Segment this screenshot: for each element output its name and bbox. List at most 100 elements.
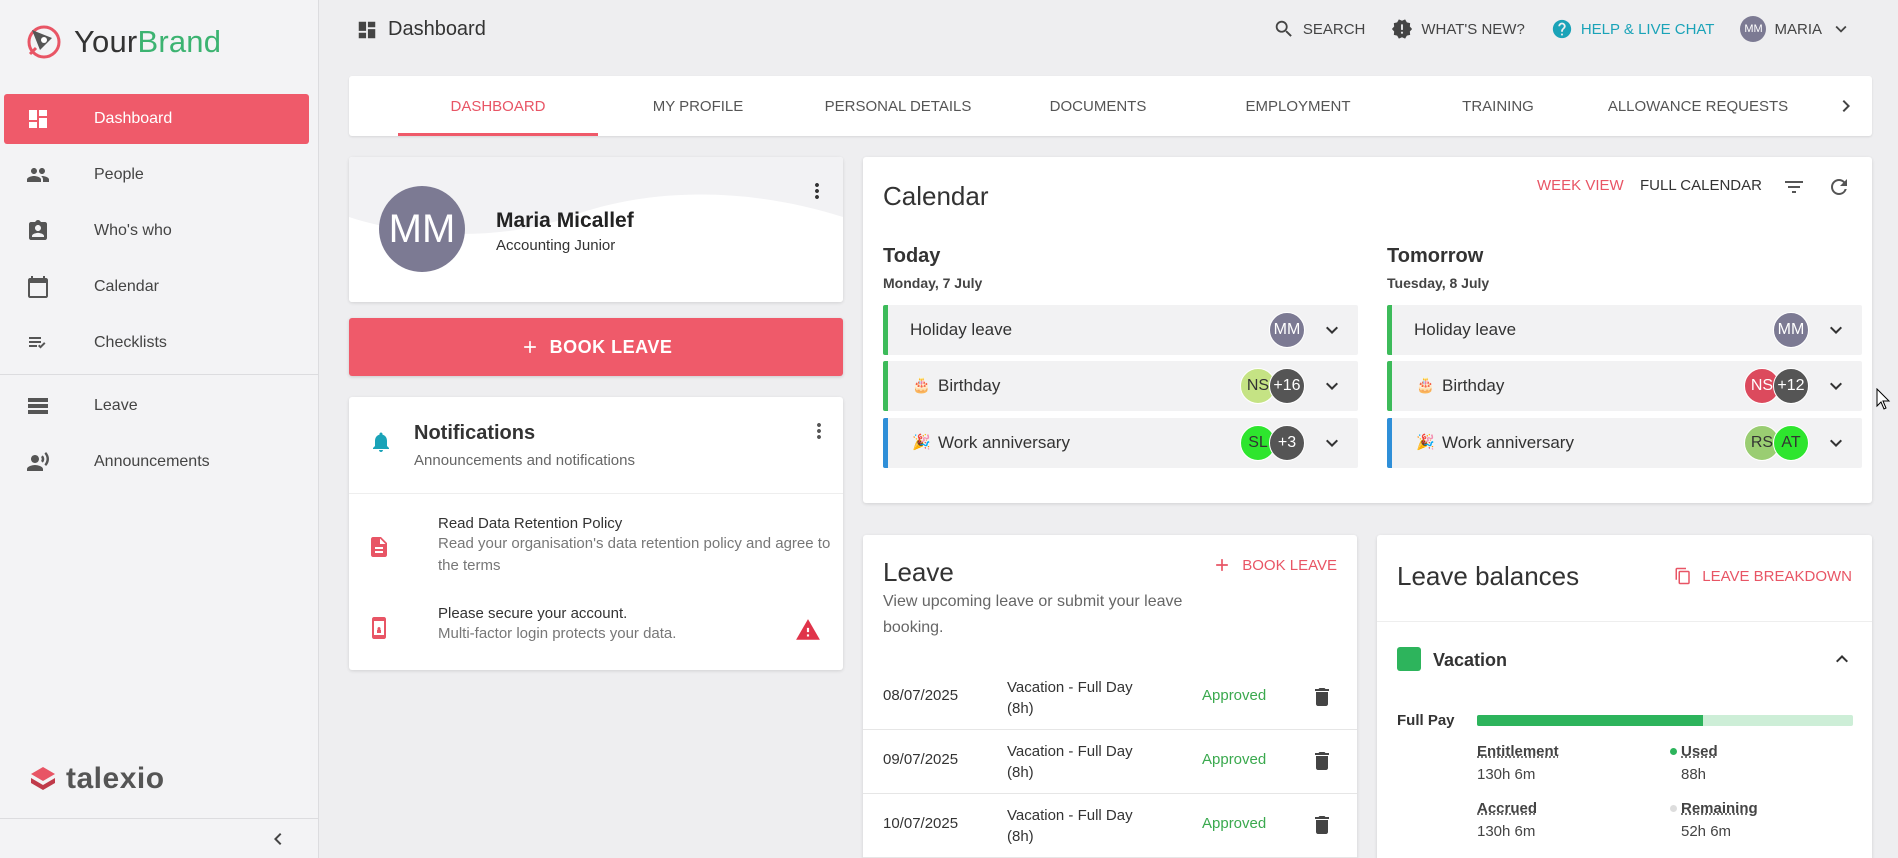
search-button[interactable]: SEARCH <box>1273 18 1366 40</box>
notification-item[interactable]: Please secure your account. Multi-factor… <box>349 605 843 655</box>
trash-icon[interactable] <box>1310 685 1334 709</box>
event-row[interactable]: 🎉 Work anniversary RS AT <box>1387 418 1862 468</box>
chevron-down-icon[interactable] <box>1824 374 1848 398</box>
tomorrow-heading: Tomorrow <box>1387 245 1484 267</box>
calendar-title: Calendar <box>883 181 989 211</box>
table-row[interactable]: 09/07/2025 Vacation - Full Day (8h) Appr… <box>863 730 1357 794</box>
page-title-text: Dashboard <box>388 18 486 40</box>
full-calendar-button[interactable]: FULL CALENDAR <box>1640 177 1762 194</box>
tab-employment[interactable]: EMPLOYMENT <box>1198 76 1398 136</box>
profile-tabs: DASHBOARD MY PROFILE PERSONAL DETAILS DO… <box>349 76 1872 136</box>
avatar[interactable]: MM <box>379 186 465 272</box>
status-badge: Approved <box>1202 687 1267 704</box>
talexio-logo-icon <box>31 767 55 790</box>
tab-allowance-requests[interactable]: ALLOWANCE REQUESTS <box>1598 76 1798 136</box>
leave-title: Leave <box>883 557 954 587</box>
chevron-down-icon <box>1835 25 1847 33</box>
chevron-down-icon[interactable] <box>1320 374 1344 398</box>
avatar-overflow-count[interactable]: +16 <box>1269 368 1305 404</box>
chevron-down-icon[interactable] <box>1320 431 1344 455</box>
event-row[interactable]: Holiday leave MM <box>883 305 1358 355</box>
leave-date: 08/07/2025 <box>883 687 959 704</box>
remaining-value: 52h 6m <box>1681 823 1732 840</box>
sidebar-item-people[interactable]: People <box>4 150 309 200</box>
search-label: SEARCH <box>1302 20 1366 38</box>
more-vert-icon[interactable] <box>805 179 829 203</box>
table-row[interactable]: 10/07/2025 Vacation - Full Day (8h) Appr… <box>863 794 1357 858</box>
sidebar-item-leave[interactable]: Leave <box>4 381 309 431</box>
tab-my-profile[interactable]: MY PROFILE <box>598 76 798 136</box>
tab-training[interactable]: TRAINING <box>1398 76 1598 136</box>
book-leave-link[interactable]: BOOK LEAVE <box>1212 555 1337 575</box>
today-heading: Today <box>883 245 941 267</box>
sidebar-item-announcements[interactable]: Announcements <box>4 437 309 487</box>
table-row[interactable]: 08/07/2025 Vacation - Full Day (8h) Appr… <box>863 666 1357 730</box>
calendar-icon <box>28 276 48 298</box>
divider <box>1377 621 1872 622</box>
sidebar-item-checklists[interactable]: Checklists <box>4 318 309 368</box>
tomorrow-date: Tuesday, 8 July <box>1387 275 1490 291</box>
whats-new-button[interactable]: WHAT'S NEW? <box>1391 18 1525 40</box>
page-title: Dashboard <box>356 18 486 41</box>
contact-badge-icon <box>29 220 47 240</box>
event-row[interactable]: 🎂 Birthday NS +12 <box>1387 361 1862 411</box>
plus-icon <box>523 341 536 353</box>
status-badge: Approved <box>1202 815 1267 832</box>
avatar[interactable]: MM <box>1773 312 1809 348</box>
balance-progress-bar <box>1477 715 1853 726</box>
book-leave-button[interactable]: BOOK LEAVE <box>349 318 843 376</box>
leave-date: 10/07/2025 <box>883 815 959 832</box>
full-pay-label: Full Pay <box>1397 712 1455 729</box>
leave-category-label: Vacation <box>1433 650 1508 670</box>
document-icon <box>371 537 387 557</box>
copy-list-icon <box>1675 567 1690 585</box>
event-row[interactable]: Holiday leave MM <box>1387 305 1862 355</box>
leave-breakdown-button[interactable]: LEAVE BREAKDOWN <box>1674 567 1852 585</box>
trash-icon[interactable] <box>1310 813 1334 837</box>
user-menu[interactable]: MM MARIA <box>1740 16 1852 42</box>
sidebar-item-label: Leave <box>94 397 138 414</box>
chevron-up-icon[interactable] <box>1830 647 1854 671</box>
rocket-logo-icon <box>27 25 61 59</box>
leave-balances-card: Leave balances LEAVE BREAKDOWN Vacation … <box>1377 535 1872 858</box>
checklist-icon <box>29 337 46 349</box>
profile-card: MM Maria Micallef Accounting Junior <box>349 157 843 302</box>
sidebar-item-dashboard[interactable]: Dashboard <box>4 94 309 144</box>
event-label: Work anniversary <box>1442 433 1574 452</box>
filter-icon[interactable] <box>1782 175 1806 199</box>
help-live-chat-button[interactable]: HELP & LIVE CHAT <box>1551 18 1714 40</box>
sidebar-item-calendar[interactable]: Calendar <box>4 262 309 312</box>
leave-icon <box>28 398 48 414</box>
balance-progress-fill <box>1477 715 1703 726</box>
more-vert-icon[interactable] <box>807 419 831 443</box>
sidebar-item-whos-who[interactable]: Who's who <box>4 206 309 256</box>
avatar-overflow-count[interactable]: +3 <box>1269 425 1305 461</box>
chevron-down-icon[interactable] <box>1320 318 1344 342</box>
tab-dashboard[interactable]: DASHBOARD <box>398 76 598 136</box>
warning-icon <box>796 619 820 640</box>
week-view-button[interactable]: WEEK VIEW <box>1537 177 1624 194</box>
avatar[interactable]: MM <box>1269 312 1305 348</box>
notification-item[interactable]: Read Data Retention Policy Read your org… <box>349 515 843 585</box>
sidebar-divider <box>0 374 319 375</box>
trash-icon[interactable] <box>1310 749 1334 773</box>
leave-card: Leave View upcoming leave or submit your… <box>863 535 1357 858</box>
today-date: Monday, 7 July <box>883 275 983 291</box>
chevron-left-icon[interactable] <box>266 827 290 851</box>
powered-by-logo: talexio <box>28 762 165 796</box>
brand-logo[interactable]: YourBrand <box>22 20 221 64</box>
event-label: Work anniversary <box>938 433 1070 452</box>
avatar-overflow-count[interactable]: +12 <box>1773 368 1809 404</box>
chevron-down-icon[interactable] <box>1824 431 1848 455</box>
refresh-icon[interactable] <box>1827 175 1851 199</box>
tab-documents[interactable]: DOCUMENTS <box>998 76 1198 136</box>
avatar[interactable]: AT <box>1773 425 1809 461</box>
chevron-down-icon[interactable] <box>1824 318 1848 342</box>
event-row[interactable]: 🎂 Birthday NS +16 <box>883 361 1358 411</box>
event-label: Holiday leave <box>1414 320 1517 339</box>
tab-personal-details[interactable]: PERSONAL DETAILS <box>798 76 998 136</box>
chevron-right-icon[interactable] <box>1834 94 1858 118</box>
accrued-label: Accrued <box>1477 800 1538 817</box>
leave-type: Vacation - Full Day (8h) <box>1007 679 1133 717</box>
event-row[interactable]: 🎉 Work anniversary SL +3 <box>883 418 1358 468</box>
